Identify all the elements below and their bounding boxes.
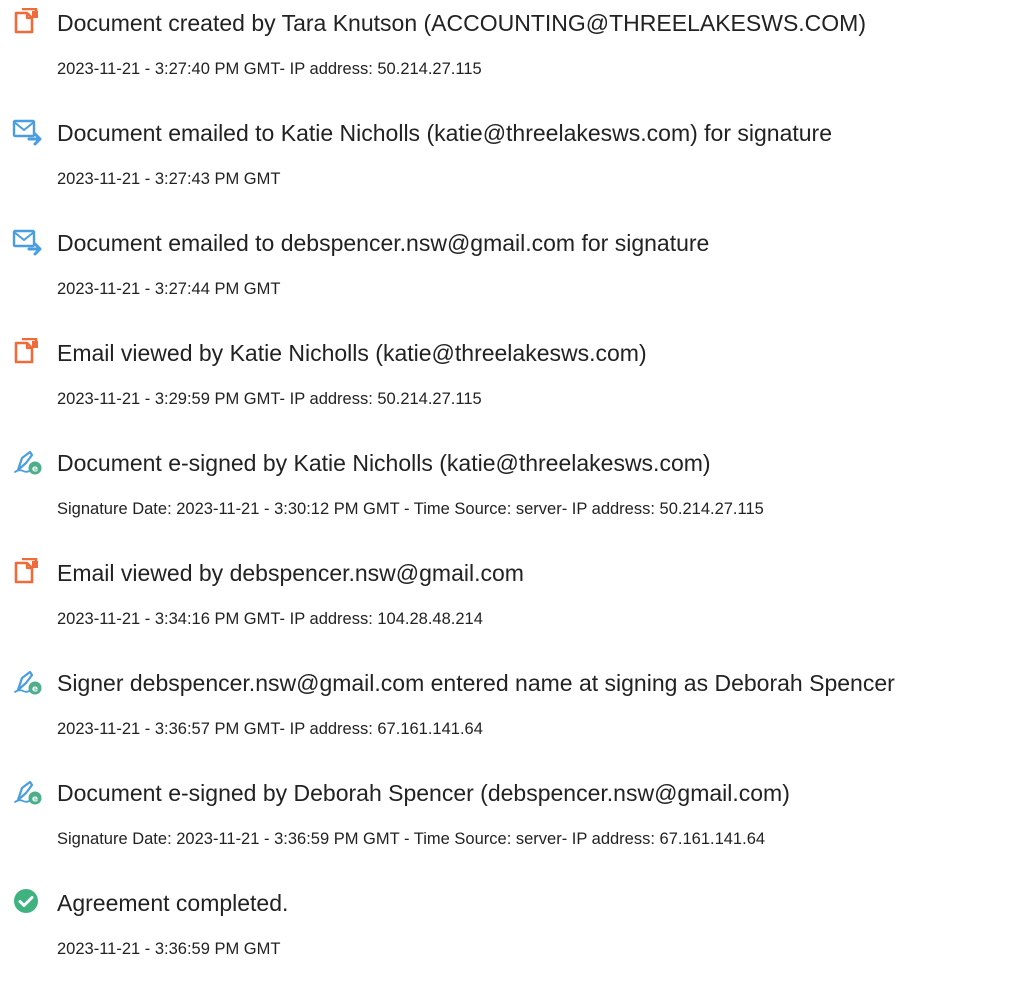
event-detail: 2023-11-21 - 3:29:59 PM GMT- IP address:… [57, 390, 482, 408]
event-title: Document emailed to debspencer.nsw@gmail… [57, 230, 710, 256]
e-sign-icon: e [12, 668, 44, 696]
event-detail: 2023-11-21 - 3:27:44 PM GMT [57, 280, 281, 298]
event-title: Email viewed by Katie Nicholls (katie@th… [57, 340, 647, 366]
audit-event: Document emailed to Katie Nicholls (kati… [0, 110, 1033, 220]
document-icon [12, 8, 44, 36]
e-sign-icon: e [12, 448, 44, 476]
event-title: Email viewed by debspencer.nsw@gmail.com [57, 560, 524, 586]
event-title: Document created by Tara Knutson (ACCOUN… [57, 10, 866, 36]
event-detail: 2023-11-21 - 3:34:16 PM GMT- IP address:… [57, 610, 483, 628]
audit-event: e Signer debspencer.nsw@gmail.com entere… [0, 660, 1033, 770]
checkmark-icon [12, 888, 44, 916]
audit-event: Document created by Tara Knutson (ACCOUN… [0, 0, 1033, 110]
audit-event: Agreement completed. 2023-11-21 - 3:36:5… [0, 880, 1033, 990]
email-sent-icon [12, 118, 44, 146]
audit-event: Email viewed by Katie Nicholls (katie@th… [0, 330, 1033, 440]
event-title: Agreement completed. [57, 890, 289, 916]
event-title: Signer debspencer.nsw@gmail.com entered … [57, 670, 895, 696]
audit-event: e Document e-signed by Katie Nicholls (k… [0, 440, 1033, 550]
event-detail: Signature Date: 2023-11-21 - 3:30:12 PM … [57, 500, 764, 518]
email-sent-icon [12, 228, 44, 256]
audit-event: Document emailed to debspencer.nsw@gmail… [0, 220, 1033, 330]
event-detail: 2023-11-21 - 3:36:59 PM GMT [57, 940, 281, 958]
event-detail: 2023-11-21 - 3:36:57 PM GMT- IP address:… [57, 720, 483, 738]
svg-text:e: e [32, 465, 38, 475]
event-detail: Signature Date: 2023-11-21 - 3:36:59 PM … [57, 830, 766, 848]
event-title: Document e-signed by Deborah Spencer (de… [57, 780, 790, 806]
event-title: Document emailed to Katie Nicholls (kati… [57, 120, 833, 146]
event-title: Document e-signed by Katie Nicholls (kat… [57, 450, 711, 476]
event-detail: 2023-11-21 - 3:27:43 PM GMT [57, 170, 281, 188]
e-sign-icon: e [12, 778, 44, 806]
document-icon [12, 338, 44, 366]
svg-text:e: e [32, 795, 38, 805]
audit-event: e Document e-signed by Deborah Spencer (… [0, 770, 1033, 880]
document-icon [12, 558, 44, 586]
svg-text:e: e [32, 685, 38, 695]
audit-event: Email viewed by debspencer.nsw@gmail.com… [0, 550, 1033, 660]
event-detail: 2023-11-21 - 3:27:40 PM GMT- IP address:… [57, 60, 482, 78]
